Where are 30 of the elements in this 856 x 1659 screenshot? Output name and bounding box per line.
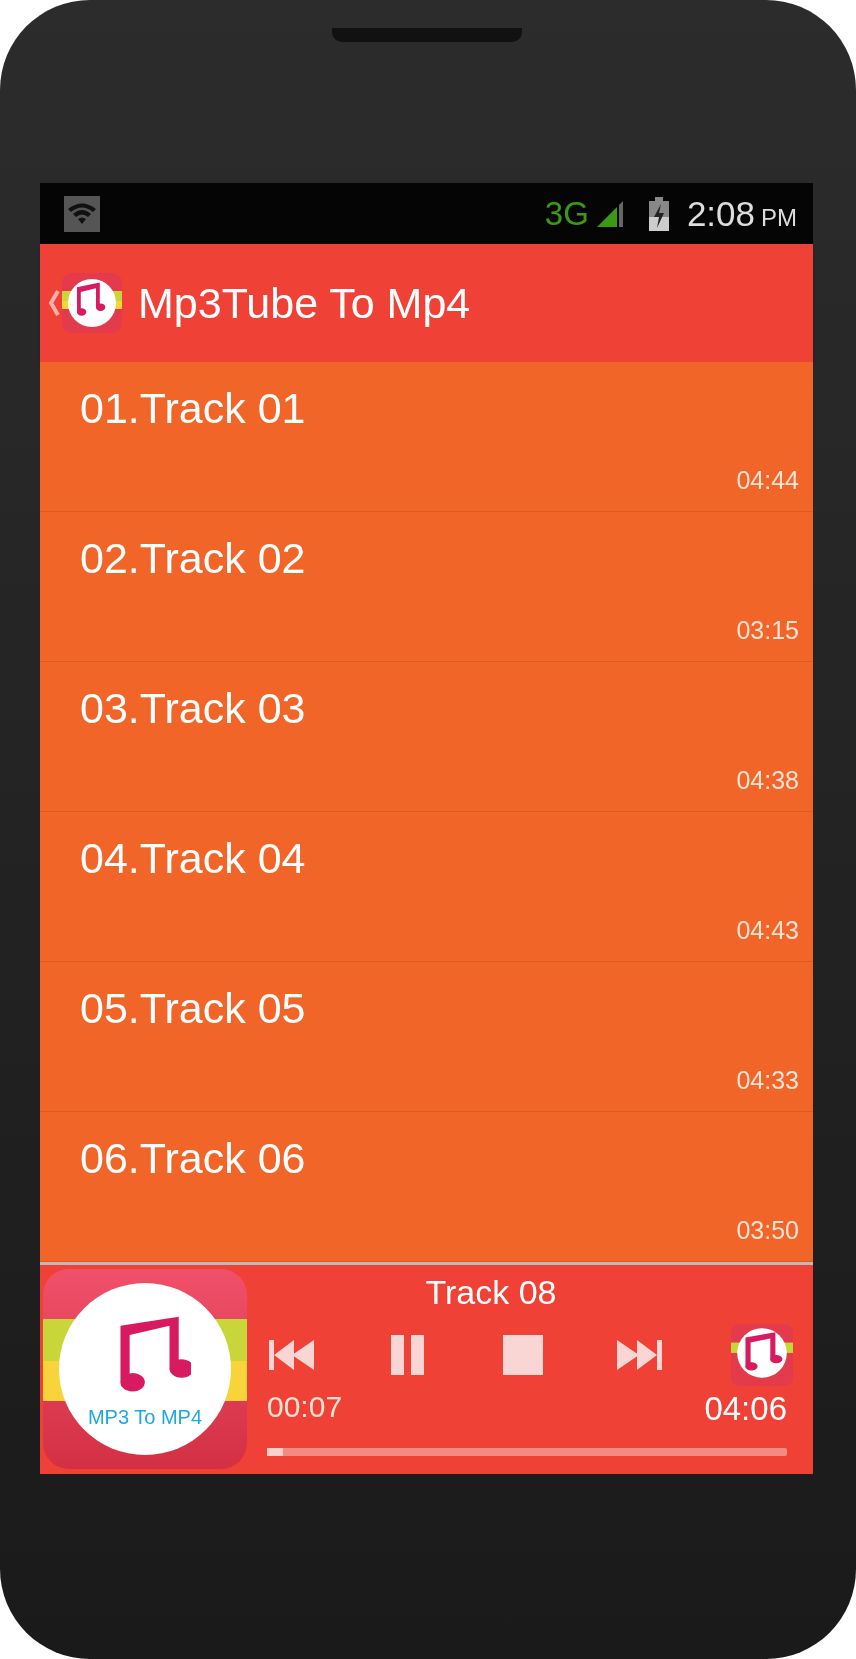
track-title: 06.Track 06 xyxy=(80,1134,307,1183)
track-title: 05.Track 05 xyxy=(80,984,307,1033)
network-type: 3G xyxy=(544,194,589,233)
track-duration: 04:33 xyxy=(736,1066,799,1095)
track-title: 01.Track 01 xyxy=(80,384,307,433)
track-row[interactable]: 01.Track 01 04:44 xyxy=(40,362,813,512)
app-title: Mp3Tube To Mp4 xyxy=(138,278,471,328)
track-title: 04.Track 04 xyxy=(80,834,307,883)
wifi-icon xyxy=(64,195,100,232)
app-logo-icon xyxy=(729,1324,795,1386)
track-row[interactable]: 04.Track 04 04:43 xyxy=(40,812,813,962)
track-row[interactable]: 03.Track 03 04:38 xyxy=(40,662,813,812)
logo-text: MP3 To MP4 xyxy=(87,1405,203,1429)
clock-period: PM xyxy=(761,203,797,232)
track-duration: 04:44 xyxy=(736,466,799,495)
track-duration: 03:50 xyxy=(736,1216,799,1245)
back-icon[interactable] xyxy=(48,288,60,318)
elapsed-time: 00:07 xyxy=(267,1390,343,1425)
progress-bar[interactable] xyxy=(267,1448,787,1456)
track-row[interactable]: 05.Track 05 04:33 xyxy=(40,962,813,1112)
now-playing-title: Track 08 xyxy=(424,1273,558,1312)
battery-icon xyxy=(648,196,669,231)
clock-time: 2:08 xyxy=(686,193,755,234)
track-title: 03.Track 03 xyxy=(80,684,307,733)
track-duration: 04:43 xyxy=(736,916,799,945)
total-time: 04:06 xyxy=(704,1390,787,1428)
track-duration: 04:38 xyxy=(736,766,799,795)
track-duration: 03:15 xyxy=(736,616,799,645)
track-title: 02.Track 02 xyxy=(80,534,307,583)
track-row[interactable]: 02.Track 02 03:15 xyxy=(40,512,813,662)
